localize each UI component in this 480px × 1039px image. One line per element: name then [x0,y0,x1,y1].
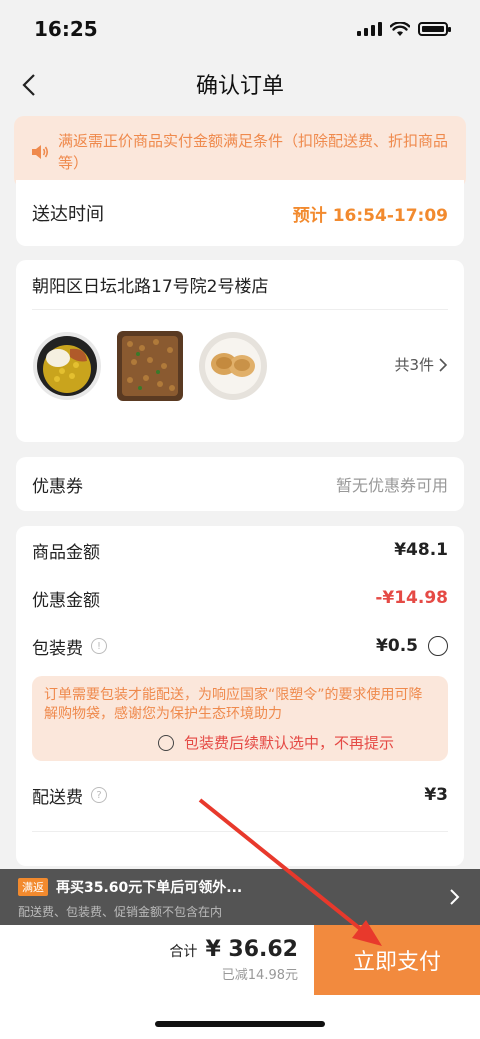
discount-amount-row: 优惠金额 -¥14.98 [32,574,448,622]
status-bar: 16:25 [0,0,480,58]
discount-amount-value: -¥14.98 [375,588,448,608]
package-notice-text: 订单需要包装才能配送，为响应国家“限塑令”的要求使用可降解购物袋，感谢您为保护生… [44,687,423,722]
chevron-right-icon[interactable] [446,887,464,907]
notice-text: 满返需正价商品实付金额满足条件（扣除配送费、折扣商品等） [58,132,449,172]
status-icons [357,21,451,37]
product-image-dumplings [199,332,267,400]
speaker-icon [32,145,49,159]
package-fee-value: ¥0.5 [376,636,418,656]
page-title: 确认订单 [195,74,284,99]
checkout-footer: 合计 ¥ 36.62 已减14.98元 立即支付 [0,925,480,995]
total-summary: 合计 ¥ 36.62 已减14.98元 [0,925,314,995]
total-saved: 已减14.98元 [221,968,298,983]
product-list[interactable]: 共3件 [32,310,448,422]
home-indicator-area [0,995,480,1039]
package-fee-radio[interactable] [428,636,448,656]
package-notice: 订单需要包装才能配送，为响应国家“限塑令”的要求使用可降解购物袋，感谢您为保护生… [32,676,448,761]
chevron-right-icon [439,357,448,372]
delivery-fee-row: 配送费 ? ¥3 [32,771,448,819]
coupon-value: 暂无优惠券可用 [335,476,448,495]
status-time: 16:25 [34,17,98,41]
delivery-fee-value: ¥3 [424,785,448,805]
promo-title: 再买35.60元下单后可领外... [56,880,243,896]
discount-amount-label: 优惠金额 [32,590,100,611]
battery-icon [418,22,451,36]
package-fee-row: 包装费 ! ¥0.5 [32,622,448,670]
package-default-text: 包装费后续默认选中，不再提示 [184,734,395,752]
info-icon[interactable]: ! [91,638,107,654]
rebate-notice: 满返需正价商品实付金额满足条件（扣除配送费、折扣商品等） [14,116,466,188]
nav-bar: 确认订单 [0,58,480,110]
goods-amount-label: 商品金额 [32,542,100,563]
rebate-promo-bar[interactable]: 满返 再买35.60元下单后可领外... 配送费、包装费、促销金额不包含在内 [0,869,480,925]
delivery-fee-label-group: 配送费 ? [32,783,107,808]
promo-badge: 满返 [18,878,48,896]
coupon-row[interactable]: 优惠券 暂无优惠券可用 [16,457,464,511]
home-indicator[interactable] [155,1021,325,1027]
delivery-time-label: 送达时间 [32,204,104,225]
goods-amount-row: 商品金额 ¥48.1 [32,526,448,574]
total-amount: ¥ 36.62 [205,937,298,962]
delivery-time-value: 预计 16:54-17:09 [292,205,448,226]
store-name: 朝阳区日坛北路17号院2号楼店 [32,260,448,310]
delivery-fee-label: 配送费 [32,787,83,808]
promo-top-line: 满返 再买35.60元下单后可领外... [18,877,464,897]
package-fee-label-group: 包装费 ! [32,634,107,659]
product-image-rice-bowl [33,332,101,400]
coupon-label: 优惠券 [32,476,83,497]
pay-now-button[interactable]: 立即支付 [314,925,480,995]
package-default-radio[interactable] [158,734,174,751]
total-line: 合计 ¥ 36.62 [169,937,298,962]
package-fee-value-group: ¥0.5 [376,636,448,656]
help-icon[interactable]: ? [91,787,107,803]
signal-icon [357,22,382,36]
store-card: 朝阳区日坛北路17号院2号楼店 共3件 [16,260,464,442]
price-summary-card: 商品金额 ¥48.1 优惠金额 -¥14.98 包装费 ! ¥0.5 订单需要包… [16,526,464,866]
delivery-time-card[interactable]: 送达时间 预计 16:54-17:09 [16,180,464,246]
divider [32,831,448,832]
package-default-option[interactable]: 包装费后续默认选中，不再提示 [44,732,436,753]
product-count-link[interactable]: 共3件 [394,354,448,375]
product-count-text: 共3件 [394,356,434,374]
back-arrow-icon[interactable] [16,70,46,100]
package-fee-label: 包装费 [32,638,83,659]
goods-amount-value: ¥48.1 [394,540,448,560]
wifi-icon [390,21,410,36]
total-label: 合计 [169,944,198,960]
promo-subtitle: 配送费、包装费、促销金额不包含在内 [18,905,223,919]
product-image-tray [117,331,183,401]
